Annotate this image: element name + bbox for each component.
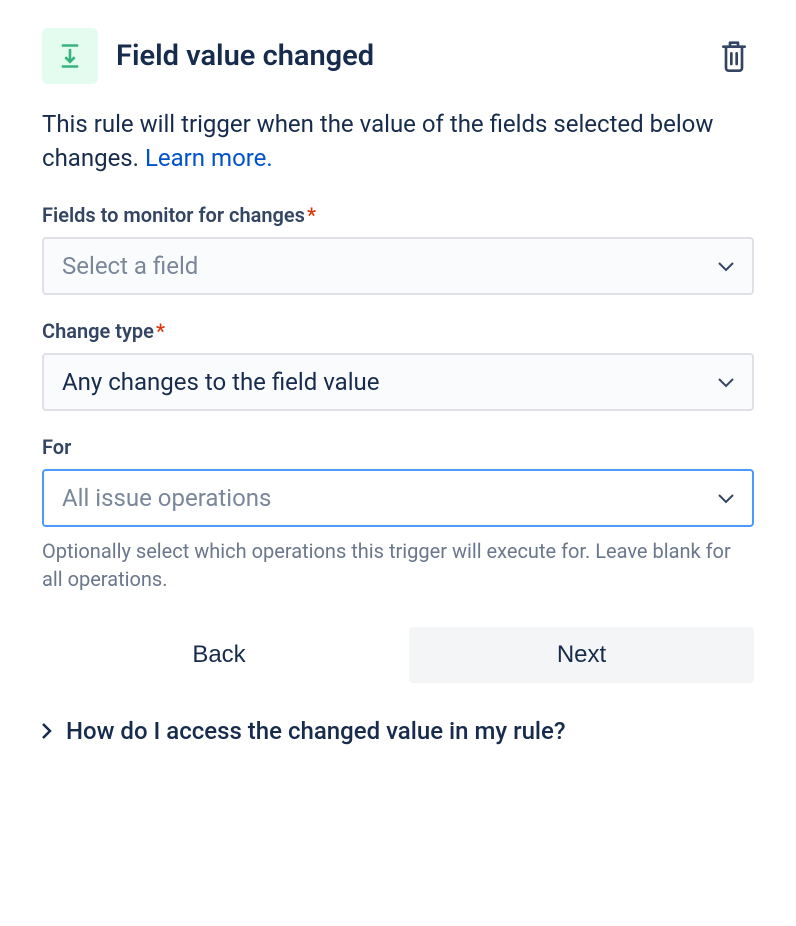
header-left: Field value changed [42,28,374,84]
select-placeholder: All issue operations [62,484,271,512]
field-value-changed-icon [42,28,98,84]
description-text: This rule will trigger when the value of… [42,108,754,175]
panel-title: Field value changed [116,39,374,73]
chevron-right-icon [42,717,52,745]
back-button[interactable]: Back [49,627,389,683]
fields-to-monitor-label: Fields to monitor for changes* [42,203,754,227]
description-body: This rule will trigger when the value of… [42,110,713,172]
expand-help-row[interactable]: How do I access the changed value in my … [42,717,754,745]
required-indicator: * [156,319,165,343]
learn-more-link[interactable]: Learn more. [145,144,273,172]
change-type-label: Change type* [42,319,754,343]
chevron-down-icon [718,373,734,392]
select-value: Any changes to the field value [62,368,380,396]
required-indicator: * [307,203,316,227]
change-type-group: Change type* Any changes to the field va… [42,319,754,411]
for-select[interactable]: All issue operations [42,469,754,527]
chevron-down-icon [718,489,734,508]
panel-header: Field value changed [42,28,754,84]
for-label: For [42,435,754,459]
trash-icon [718,38,750,74]
next-button[interactable]: Next [409,627,754,683]
for-help-text: Optionally select which operations this … [42,537,754,593]
delete-button[interactable] [714,36,754,76]
select-placeholder: Select a field [62,252,198,280]
for-group: For All issue operations Optionally sele… [42,435,754,593]
chevron-down-icon [718,257,734,276]
fields-to-monitor-group: Fields to monitor for changes* Select a … [42,203,754,295]
button-row: Back Next [42,627,754,683]
change-type-select[interactable]: Any changes to the field value [42,353,754,411]
fields-to-monitor-select[interactable]: Select a field [42,237,754,295]
expand-label: How do I access the changed value in my … [66,717,566,745]
